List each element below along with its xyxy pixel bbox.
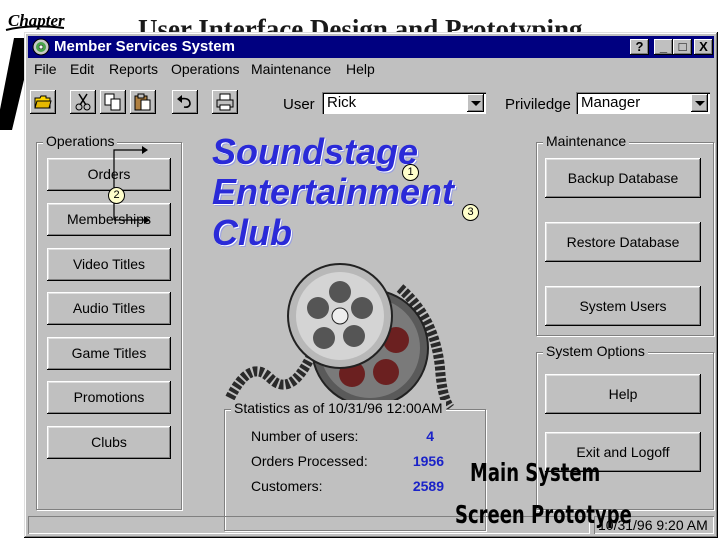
stat-customers-label: Customers: xyxy=(251,478,323,494)
undo-icon xyxy=(177,95,191,108)
logo-line-1: Soundstage xyxy=(212,131,419,172)
print-button[interactable] xyxy=(212,90,238,114)
promotions-button[interactable]: Promotions xyxy=(47,381,171,414)
help-title-glyph: ? xyxy=(635,39,644,54)
restore-database-label: Restore Database xyxy=(566,234,680,250)
statistics-title: Statistics as of 10/31/96 12:00AM xyxy=(231,400,446,416)
help-label: Help xyxy=(608,386,638,402)
user-label: User xyxy=(283,96,315,113)
clubs-button[interactable]: Clubs xyxy=(47,426,171,459)
game-titles-label: Game Titles xyxy=(71,345,147,361)
cd-app-icon xyxy=(32,38,50,56)
minimize-icon: _ xyxy=(659,39,668,54)
stat-users-value: 4 xyxy=(426,428,434,444)
maintenance-title: Maintenance xyxy=(543,133,630,149)
menu-edit[interactable]: Edit xyxy=(70,61,94,77)
close-button[interactable]: X xyxy=(694,39,713,55)
logo-line-3: Club xyxy=(212,212,292,253)
cut-button[interactable] xyxy=(70,90,96,114)
stat-orders-value: 1956 xyxy=(412,453,444,469)
callout-1: 1 xyxy=(402,164,419,181)
privilege-dropdown-arrow-icon[interactable] xyxy=(691,94,708,112)
menu-bar: File Edit Reports Operations Maintenance… xyxy=(28,60,714,80)
stat-orders-label: Orders Processed: xyxy=(251,453,368,469)
menu-file[interactable]: File xyxy=(34,61,57,77)
menu-operations[interactable]: Operations xyxy=(171,61,239,77)
promotions-label: Promotions xyxy=(73,389,145,405)
game-titles-button[interactable]: Game Titles xyxy=(47,337,171,370)
menu-help[interactable]: Help xyxy=(346,61,375,77)
caption-line-1: Main System xyxy=(470,458,601,487)
window-title: Member Services System xyxy=(54,38,235,55)
annotation-arrow xyxy=(113,146,150,224)
audio-titles-button[interactable]: Audio Titles xyxy=(47,292,171,325)
open-button[interactable] xyxy=(30,90,56,114)
callout-3: 3 xyxy=(462,204,479,221)
app-window: Member Services System ? _ □ X File Edit… xyxy=(24,32,718,538)
privilege-select[interactable]: Manager xyxy=(576,92,710,114)
privilege-value: Manager xyxy=(581,94,641,111)
menu-maintenance[interactable]: Maintenance xyxy=(251,61,331,77)
backup-database-label: Backup Database xyxy=(567,170,679,186)
video-titles-label: Video Titles xyxy=(72,256,146,272)
maximize-icon: □ xyxy=(678,39,687,54)
system-users-label: System Users xyxy=(579,298,667,314)
paste-icon xyxy=(134,93,151,111)
cut-icon xyxy=(75,93,91,111)
close-icon: X xyxy=(699,39,708,54)
stat-users-label: Number of users: xyxy=(251,428,359,444)
backup-database-button[interactable]: Backup Database xyxy=(545,158,701,198)
copy-button[interactable] xyxy=(100,90,126,114)
help-title-button[interactable]: ? xyxy=(630,39,649,55)
clubs-label: Clubs xyxy=(91,434,127,450)
logo-line-2: Entertainment xyxy=(212,171,455,212)
privilege-label: Priviledge xyxy=(505,96,571,113)
minimize-button[interactable]: _ xyxy=(654,39,673,55)
system-users-button[interactable]: System Users xyxy=(545,286,701,326)
stat-customers-value: 2589 xyxy=(412,478,444,494)
title-bar[interactable]: Member Services System ? _ □ X xyxy=(28,36,714,58)
film-reel-icon xyxy=(225,263,455,412)
system-options-title: System Options xyxy=(543,343,648,359)
callout-2: 2 xyxy=(108,187,125,204)
copy-icon xyxy=(104,93,121,111)
user-dropdown-arrow-icon[interactable] xyxy=(467,94,484,112)
open-folder-icon xyxy=(34,95,52,109)
menu-reports[interactable]: Reports xyxy=(109,61,158,77)
audio-titles-label: Audio Titles xyxy=(72,300,146,316)
paste-button[interactable] xyxy=(130,90,156,114)
maximize-button[interactable]: □ xyxy=(673,39,692,55)
print-icon xyxy=(216,93,234,111)
undo-button[interactable] xyxy=(172,90,198,114)
caption-line-2: Screen Prototype xyxy=(455,500,632,529)
help-button[interactable]: Help xyxy=(545,374,701,414)
user-value: Rick xyxy=(327,94,357,111)
user-select[interactable]: Rick xyxy=(322,92,486,114)
restore-database-button[interactable]: Restore Database xyxy=(545,222,701,262)
video-titles-button[interactable]: Video Titles xyxy=(47,248,171,281)
